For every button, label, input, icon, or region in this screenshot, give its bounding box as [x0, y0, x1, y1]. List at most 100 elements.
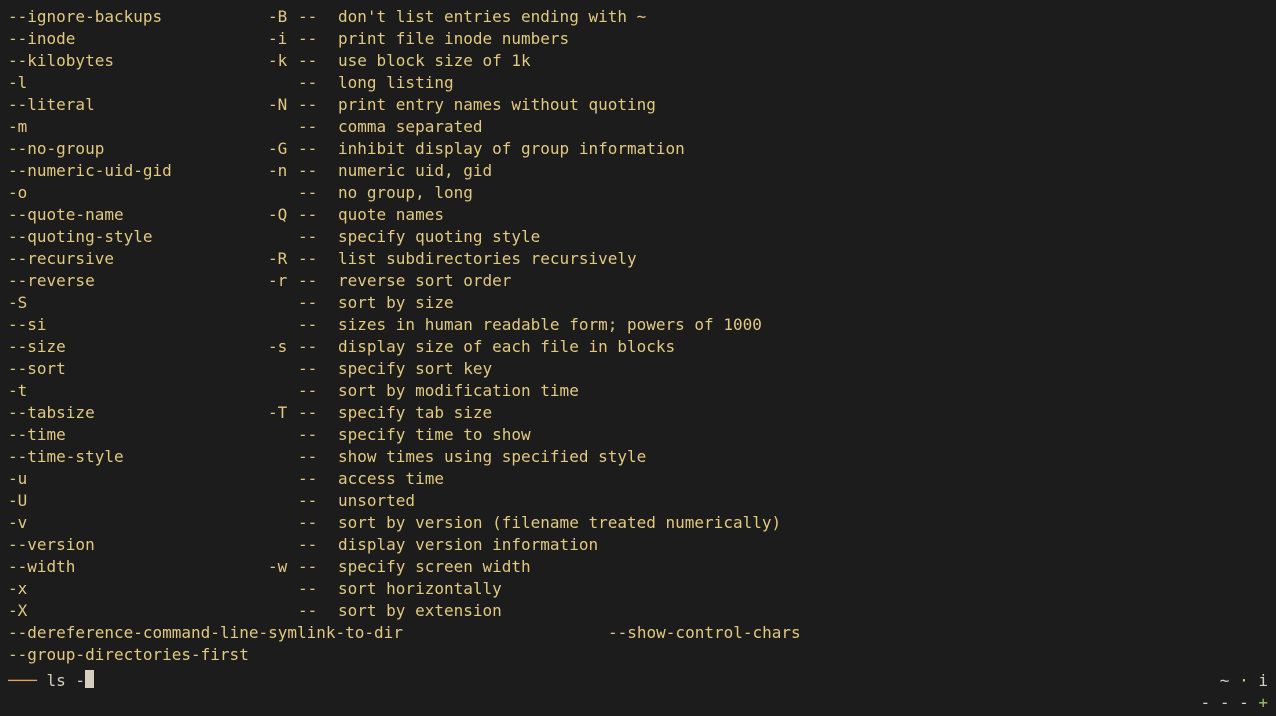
option-short: -N: [268, 94, 298, 116]
option-short: -Q: [268, 204, 298, 226]
option-description: quote names: [338, 204, 444, 226]
option-long: --tabsize: [8, 402, 268, 424]
separator-dot: ·: [1239, 671, 1249, 690]
option-description: unsorted: [338, 490, 415, 512]
terminal-output: --ignore-backups-B--don't list entries e…: [0, 0, 1276, 666]
option-separator: --: [298, 182, 338, 204]
completion-row[interactable]: --reverse-r--reverse sort order: [8, 270, 1268, 292]
completion-row[interactable]: --size-s--display size of each file in b…: [8, 336, 1268, 358]
option-long: --numeric-uid-gid: [8, 160, 268, 182]
option-long: --ignore-backups: [8, 6, 268, 28]
option-long: --size: [8, 336, 268, 358]
completion-row[interactable]: -U--unsorted: [8, 490, 1268, 512]
option-long: -m: [8, 116, 268, 138]
cursor: [85, 670, 94, 688]
option-long: --kilobytes: [8, 50, 268, 72]
extra-completions-col-2: --show-control-chars: [608, 622, 1208, 666]
option-separator: --: [298, 380, 338, 402]
option-separator: --: [298, 468, 338, 490]
option-description: no group, long: [338, 182, 473, 204]
completion-row[interactable]: -x --sort horizontally: [8, 578, 1268, 600]
option-description: long listing: [338, 72, 454, 94]
option-description: display size of each file in blocks: [338, 336, 675, 358]
completion-row[interactable]: --quote-name-Q--quote names: [8, 204, 1268, 226]
option-long: --literal: [8, 94, 268, 116]
option-description: specify tab size: [338, 402, 492, 424]
completion-row[interactable]: --time-style--show times using specified…: [8, 446, 1268, 468]
completion-row[interactable]: --group-directories-first: [8, 644, 608, 666]
completion-row[interactable]: --literal-N--print entry names without q…: [8, 94, 1268, 116]
option-long: --recursive: [8, 248, 268, 270]
completion-row[interactable]: --version--display version information: [8, 534, 1268, 556]
completion-row[interactable]: --quoting-style--specify quoting style: [8, 226, 1268, 248]
completion-row[interactable]: --inode-i--print file inode numbers: [8, 28, 1268, 50]
option-short: -G: [268, 138, 298, 160]
completion-row[interactable]: -m--comma separated: [8, 116, 1268, 138]
completion-row[interactable]: -o--no group, long: [8, 182, 1268, 204]
option-long: --time: [8, 424, 268, 446]
option-separator: --: [298, 50, 338, 72]
option-long: -x: [8, 578, 268, 600]
completion-row[interactable]: -t--sort by modification time: [8, 380, 1268, 402]
option-description: specify time to show: [338, 424, 531, 446]
option-description: sort by extension: [338, 600, 502, 622]
option-long: -u: [8, 468, 268, 490]
completion-row[interactable]: --si--sizes in human readable form; powe…: [8, 314, 1268, 336]
option-separator: --: [298, 402, 338, 424]
option-long: --version: [8, 534, 268, 556]
option-long: --inode: [8, 28, 268, 50]
option-long: -S: [8, 292, 268, 314]
completion-row[interactable]: --show-control-chars: [608, 622, 1208, 644]
option-separator: --: [298, 446, 338, 468]
option-long: --reverse: [8, 270, 268, 292]
command-input[interactable]: ls -: [47, 671, 86, 690]
option-separator: --: [298, 270, 338, 292]
option-description: comma separated: [338, 116, 483, 138]
option-separator: --: [298, 314, 338, 336]
completion-row[interactable]: --sort--specify sort key: [8, 358, 1268, 380]
option-separator: --: [298, 72, 338, 94]
completion-row[interactable]: -v--sort by version (filename treated nu…: [8, 512, 1268, 534]
completion-row[interactable]: --kilobytes-k--use block size of 1k: [8, 50, 1268, 72]
completion-row[interactable]: --no-group-G--inhibit display of group i…: [8, 138, 1268, 160]
option-description: sort horizontally: [338, 578, 502, 600]
option-long: --width: [8, 556, 268, 578]
option-separator: --: [298, 424, 338, 446]
option-separator: --: [298, 160, 338, 182]
option-description: list subdirectories recursively: [338, 248, 637, 270]
completion-row[interactable]: --time --specify time to show: [8, 424, 1268, 446]
option-short: -i: [268, 28, 298, 50]
option-separator: --: [298, 578, 338, 600]
completion-row[interactable]: --dereference-command-line-symlink-to-di…: [8, 622, 608, 644]
completion-row[interactable]: --ignore-backups-B--don't list entries e…: [8, 6, 1268, 28]
completion-row[interactable]: -X--sort by extension: [8, 600, 1268, 622]
option-long: --quoting-style: [8, 226, 268, 248]
option-separator: --: [298, 204, 338, 226]
option-separator: --: [298, 358, 338, 380]
option-long: -X: [8, 600, 268, 622]
completion-row[interactable]: --width-w--specify screen width: [8, 556, 1268, 578]
option-short: -T: [268, 402, 298, 424]
completion-row[interactable]: --numeric-uid-gid-n--numeric uid, gid: [8, 160, 1268, 182]
prompt-decoration: ───: [8, 671, 47, 690]
option-description: reverse sort order: [338, 270, 511, 292]
option-short: -s: [268, 336, 298, 358]
status-area: ~ · i ─── ls - - - - +: [0, 670, 1276, 716]
prompt-line[interactable]: ~ · i ─── ls -: [8, 670, 1268, 692]
option-description: specify screen width: [338, 556, 531, 578]
completion-row[interactable]: --tabsize-T--specify tab size: [8, 402, 1268, 424]
completion-row[interactable]: -u--access time: [8, 468, 1268, 490]
option-description: numeric uid, gid: [338, 160, 492, 182]
completion-row[interactable]: -S--sort by size: [8, 292, 1268, 314]
option-long: -U: [8, 490, 268, 512]
option-long: -l: [8, 72, 268, 94]
option-short: -R: [268, 248, 298, 270]
status-plus: +: [1258, 693, 1268, 712]
option-description: sizes in human readable form; powers of …: [338, 314, 762, 336]
completion-row[interactable]: -l --long listing: [8, 72, 1268, 94]
completion-row[interactable]: --recursive-R--list subdirectories recur…: [8, 248, 1268, 270]
option-short: -k: [268, 50, 298, 72]
option-long: --quote-name: [8, 204, 268, 226]
option-separator: --: [298, 28, 338, 50]
option-separator: --: [298, 94, 338, 116]
